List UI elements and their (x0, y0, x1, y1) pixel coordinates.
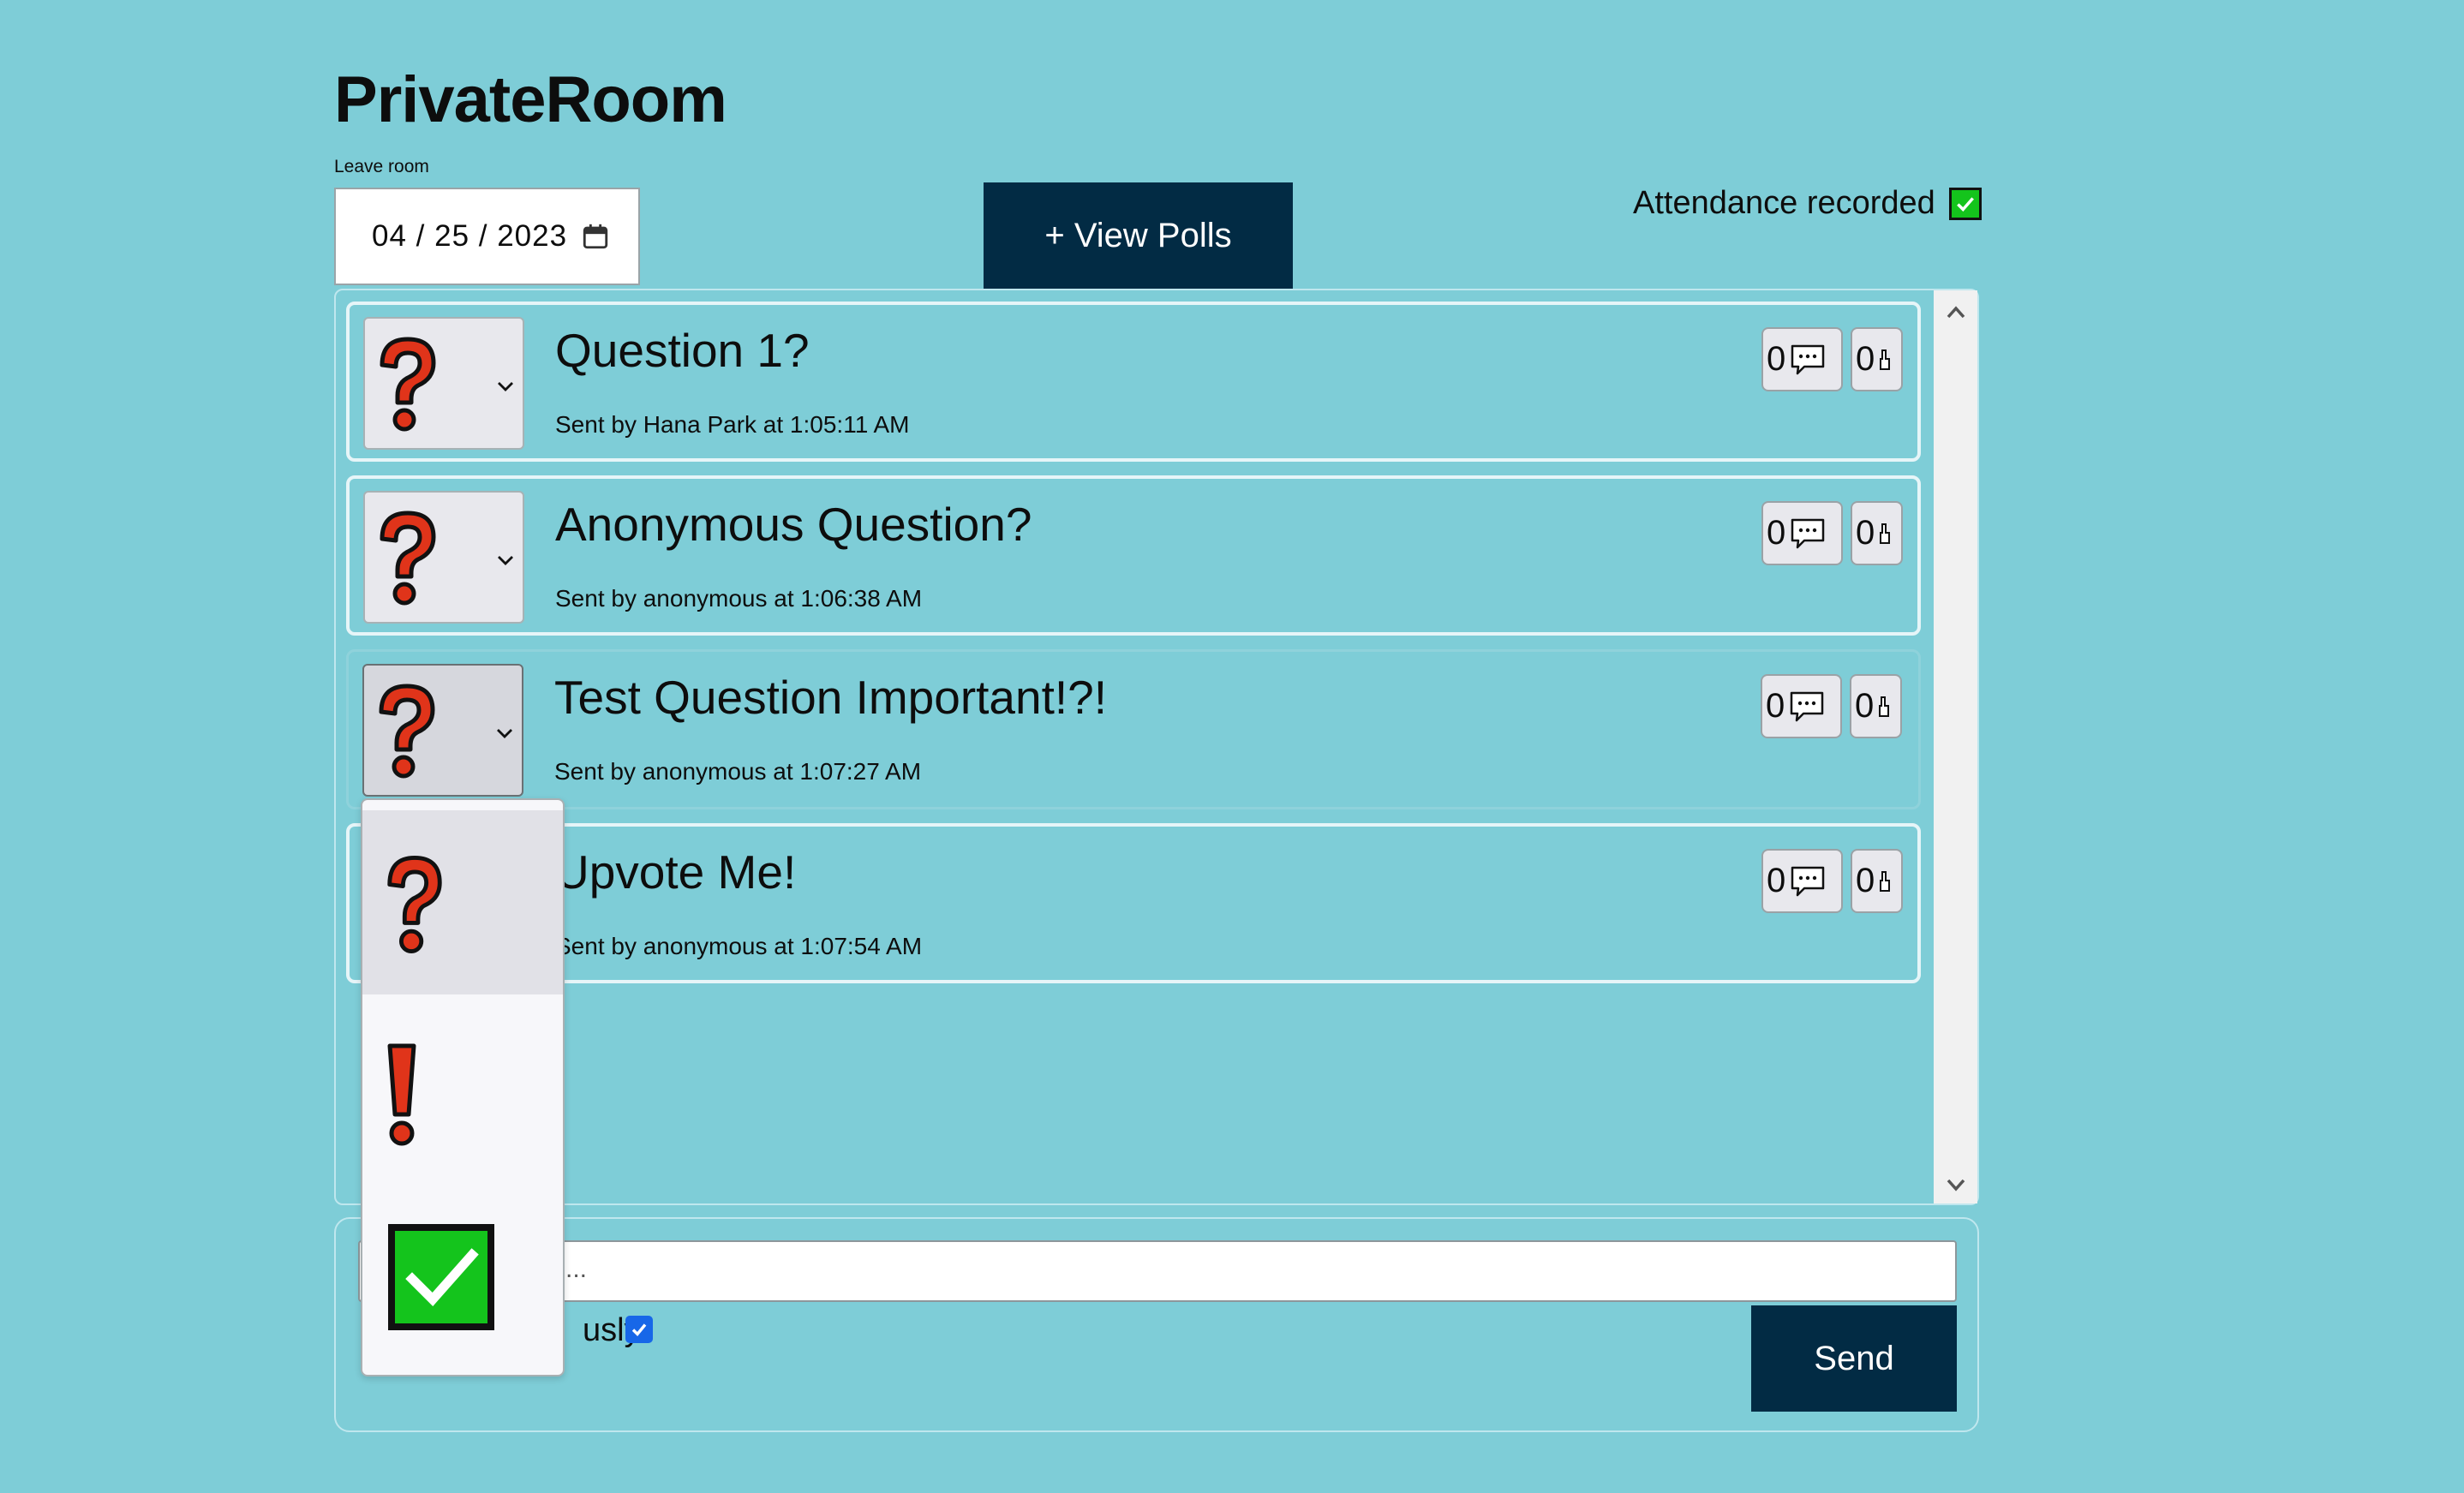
upvote-count: 0 (1856, 514, 1875, 552)
upvote-count: 0 (1856, 862, 1875, 899)
thumbs-up-icon (1880, 349, 1891, 370)
status-dropdown-menu (361, 798, 565, 1377)
attendance-check-icon (1948, 187, 1982, 220)
question-meta: Sent by Hana Park at 1:05:11 AM (555, 411, 910, 438)
chevron-down-icon (497, 729, 512, 738)
date-input[interactable]: 04 / 25 / 2023 (334, 188, 640, 285)
upvote-count: 0 (1855, 687, 1875, 725)
question-mark-icon (380, 337, 436, 432)
comments-button[interactable]: 0 (1761, 327, 1843, 391)
upvote-count: 0 (1856, 340, 1875, 378)
green-check-icon (388, 1224, 494, 1330)
comments-button[interactable]: 0 (1761, 849, 1843, 913)
comments-button[interactable]: 0 (1761, 501, 1843, 565)
question-card: Question 1? Sent by Hana Park at 1:05:11… (346, 302, 1921, 462)
question-input[interactable]: ... (358, 1240, 1957, 1302)
status-select[interactable] (362, 664, 523, 797)
attendance-label: Attendance recorded (1633, 185, 1935, 221)
question-mark-icon (379, 684, 435, 779)
question-meta: Sent by anonymous at 1:06:38 AM (555, 585, 923, 612)
leave-room-label: Leave room (334, 157, 429, 176)
question-mark-icon (387, 855, 442, 954)
anonymous-checkbox[interactable] (625, 1316, 653, 1343)
question-title: Anonymous Question? (555, 498, 1032, 551)
question-card: Upvote Me! Sent by anonymous at 1:07:54 … (346, 823, 1921, 983)
question-title: Upvote Me! (555, 845, 797, 899)
chevron-down-icon (498, 556, 513, 565)
question-meta: Sent by anonymous at 1:07:27 AM (554, 758, 922, 785)
comment-count: 0 (1767, 514, 1786, 552)
status-select[interactable] (363, 317, 524, 450)
date-value: 04 / 25 / 2023 (372, 219, 568, 253)
question-meta: Sent by anonymous at 1:07:54 AM (555, 933, 923, 959)
calendar-icon[interactable] (581, 222, 610, 251)
upvote-button[interactable]: 0 (1850, 674, 1902, 738)
thumbs-up-icon (1879, 696, 1890, 717)
comment-count: 0 (1767, 862, 1786, 899)
question-title: Test Question Important!?! (554, 671, 1108, 724)
thumbs-up-icon (1880, 870, 1891, 892)
upvote-button[interactable]: 0 (1851, 501, 1903, 565)
view-polls-button[interactable]: + View Polls (984, 182, 1293, 289)
speech-bubble-icon (1791, 344, 1825, 374)
upvote-button[interactable]: 0 (1851, 327, 1903, 391)
speech-bubble-icon (1791, 866, 1825, 896)
comments-button[interactable]: 0 (1761, 674, 1842, 738)
send-button[interactable]: Send (1751, 1305, 1957, 1412)
speech-bubble-icon (1791, 518, 1825, 548)
scroll-down-icon[interactable] (1945, 1173, 1967, 1196)
page-title: PrivateRoom (334, 63, 727, 136)
chevron-down-icon (498, 382, 513, 391)
attendance-status: Attendance recorded (1633, 185, 1982, 222)
scrollbar[interactable] (1934, 290, 1977, 1203)
exclamation-mark-icon (387, 1043, 416, 1146)
speech-bubble-icon (1791, 691, 1824, 721)
upvote-button[interactable]: 0 (1851, 849, 1903, 913)
comment-count: 0 (1766, 687, 1785, 725)
thumbs-up-icon (1880, 523, 1891, 544)
status-select[interactable] (363, 491, 524, 624)
question-title: Question 1? (555, 324, 810, 377)
question-card: Test Question Important!?! Sent by anony… (346, 649, 1921, 809)
scroll-up-icon[interactable] (1945, 302, 1967, 324)
question-mark-icon (380, 511, 436, 606)
comment-count: 0 (1767, 340, 1786, 378)
question-card: Anonymous Question? Sent by anonymous at… (346, 475, 1921, 636)
